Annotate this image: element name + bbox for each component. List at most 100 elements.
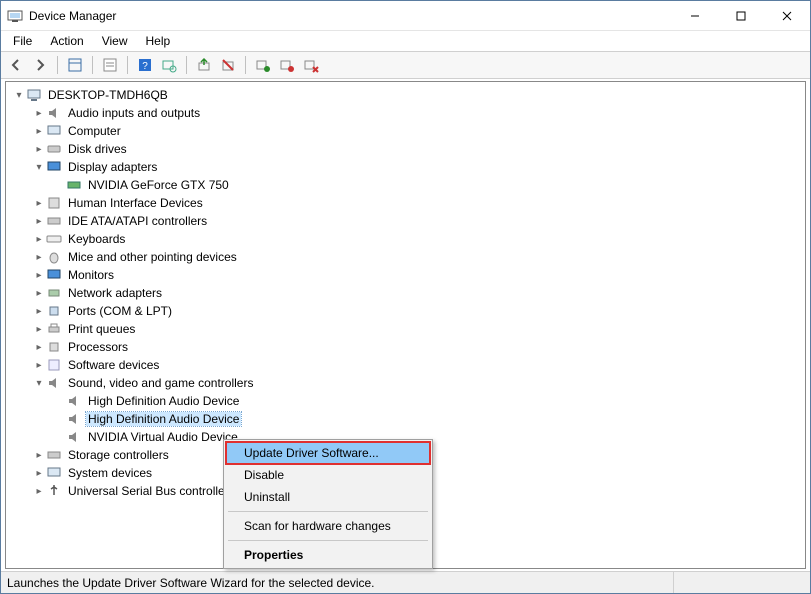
context-disable[interactable]: Disable (226, 464, 430, 486)
chevron-down-icon[interactable]: ▾ (32, 376, 46, 390)
chevron-right-icon[interactable]: ▸ (32, 286, 46, 300)
toolbar-separator (92, 56, 93, 74)
minimize-button[interactable] (672, 1, 718, 31)
tree-item-software[interactable]: ▸Software devices (32, 356, 805, 374)
tree-label: Keyboards (66, 232, 127, 246)
context-update-driver[interactable]: Update Driver Software... (226, 442, 430, 464)
context-properties[interactable]: Properties (226, 544, 430, 566)
pc-icon (46, 123, 62, 139)
tree-item-printqueues[interactable]: ▸Print queues (32, 320, 805, 338)
tree-item-computer[interactable]: ▸Computer (32, 122, 805, 140)
tree-label: Mice and other pointing devices (66, 250, 239, 264)
tree-label: Human Interface Devices (66, 196, 205, 210)
app-icon (7, 8, 23, 24)
status-bar: Launches the Update Driver Software Wiza… (1, 571, 810, 593)
nav-forward-button[interactable] (29, 54, 51, 76)
chevron-right-icon[interactable]: ▸ (32, 250, 46, 264)
context-uninstall[interactable]: Uninstall (226, 486, 430, 508)
tree-label: Disk drives (66, 142, 129, 156)
chevron-right-icon[interactable]: ▸ (32, 484, 46, 498)
menu-action[interactable]: Action (42, 32, 91, 50)
tree-item-ports[interactable]: ▸Ports (COM & LPT) (32, 302, 805, 320)
speaker-icon (46, 105, 62, 121)
tree-item-hda0[interactable]: ▸High Definition Audio Device (52, 392, 805, 410)
close-button[interactable] (764, 1, 810, 31)
menu-file[interactable]: File (5, 32, 40, 50)
speaker-icon (66, 429, 82, 445)
hid-icon (46, 195, 62, 211)
gpu-icon (66, 177, 82, 193)
tree-item-hid[interactable]: ▸ Human Interface Devices (32, 194, 805, 212)
chevron-right-icon[interactable]: ▸ (32, 214, 46, 228)
tree-item-monitors[interactable]: ▸ Monitors (32, 266, 805, 284)
chevron-down-icon[interactable]: ▾ (12, 88, 26, 102)
tree-item-hda1-selected[interactable]: ▸High Definition Audio Device (52, 410, 805, 428)
storage-icon (46, 447, 62, 463)
title-bar: Device Manager (1, 1, 810, 31)
tree-item-gpu[interactable]: ▸NVIDIA GeForce GTX 750 (52, 176, 805, 194)
tree-root[interactable]: ▾ DESKTOP-TMDH6QB (12, 86, 805, 104)
toolbar: ? (1, 51, 810, 79)
chevron-right-icon[interactable]: ▸ (32, 142, 46, 156)
tree-item-disk[interactable]: ▸ Disk drives (32, 140, 805, 158)
tree-item-processors[interactable]: ▸ Processors (32, 338, 805, 356)
chevron-right-icon[interactable]: ▸ (32, 322, 46, 336)
chevron-right-icon[interactable]: ▸ (32, 304, 46, 318)
enable-button[interactable] (252, 54, 274, 76)
printer-icon (46, 321, 62, 337)
menu-help[interactable]: Help (138, 32, 179, 50)
tree-label: DESKTOP-TMDH6QB (46, 88, 170, 102)
tree-label: NVIDIA Virtual Audio Device (86, 430, 240, 444)
context-scan[interactable]: Scan for hardware changes (226, 515, 430, 537)
chevron-right-icon[interactable]: ▸ (32, 124, 46, 138)
chevron-down-icon[interactable]: ▾ (32, 160, 46, 174)
context-separator (228, 511, 428, 512)
tree-item-mice[interactable]: ▸ Mice and other pointing devices (32, 248, 805, 266)
mouse-icon (46, 249, 62, 265)
monitor-icon (46, 267, 62, 283)
tree-item-sound[interactable]: ▾Sound, video and game controllers (32, 374, 805, 392)
chevron-right-icon[interactable]: ▸ (32, 232, 46, 246)
toolbar-separator (57, 56, 58, 74)
nav-back-button[interactable] (5, 54, 27, 76)
chevron-right-icon[interactable]: ▸ (32, 448, 46, 462)
tree-item-display[interactable]: ▾ Display adapters (32, 158, 805, 176)
chevron-right-icon[interactable]: ▸ (32, 268, 46, 282)
tree-label: Processors (66, 340, 130, 354)
cpu-icon (46, 339, 62, 355)
update-driver-button[interactable] (193, 54, 215, 76)
svg-text:?: ? (142, 61, 148, 72)
port-icon (46, 303, 62, 319)
menu-bar: File Action View Help (1, 31, 810, 51)
tree-item-audio-io[interactable]: ▸Audio inputs and outputs (32, 104, 805, 122)
tree-label: Storage controllers (66, 448, 171, 462)
usb-icon (46, 483, 62, 499)
chevron-right-icon[interactable]: ▸ (32, 106, 46, 120)
help-button[interactable]: ? (134, 54, 156, 76)
tree-label: Display adapters (66, 160, 159, 174)
tree-label: Monitors (66, 268, 116, 282)
tree-item-network[interactable]: ▸Network adapters (32, 284, 805, 302)
tree-item-keyboards[interactable]: ▸ Keyboards (32, 230, 805, 248)
speaker-icon (46, 375, 62, 391)
context-separator (228, 540, 428, 541)
tree-item-ide[interactable]: ▸IDE ATA/ATAPI controllers (32, 212, 805, 230)
chevron-right-icon[interactable]: ▸ (32, 196, 46, 210)
display-icon (46, 159, 62, 175)
computer-icon (26, 87, 42, 103)
chevron-right-icon[interactable]: ▸ (32, 466, 46, 480)
chevron-right-icon[interactable]: ▸ (32, 340, 46, 354)
disable-button[interactable] (276, 54, 298, 76)
show-hide-tree-button[interactable] (64, 54, 86, 76)
scan-hardware-button[interactable] (158, 54, 180, 76)
speaker-icon (66, 393, 82, 409)
maximize-button[interactable] (718, 1, 764, 31)
menu-view[interactable]: View (94, 32, 136, 50)
chevron-right-icon[interactable]: ▸ (32, 358, 46, 372)
uninstall-button[interactable] (217, 54, 239, 76)
remove-button[interactable] (300, 54, 322, 76)
software-icon (46, 357, 62, 373)
tree-label: NVIDIA GeForce GTX 750 (86, 178, 231, 192)
speaker-icon (66, 411, 82, 427)
properties-button[interactable] (99, 54, 121, 76)
